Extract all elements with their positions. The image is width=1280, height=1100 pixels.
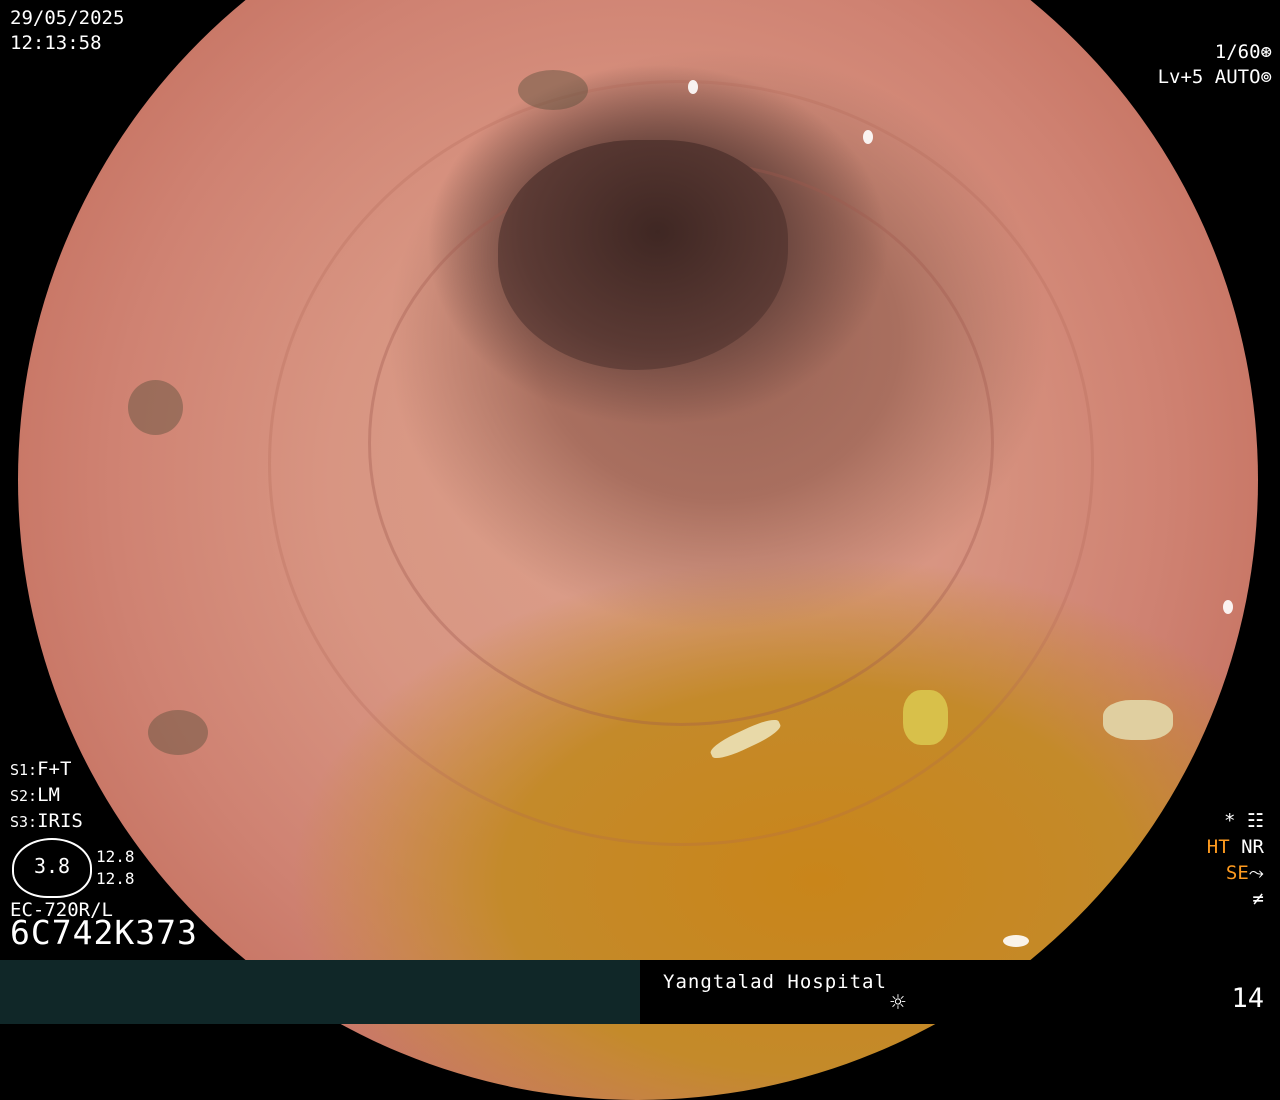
menu-icon: ☷ [1246, 810, 1264, 832]
structure-settings: S1:F+T S2:LM S3:IRIS [10, 757, 83, 835]
processing-status: * ☷ HT NR SE⤳ ≠ [1207, 808, 1264, 912]
exam-date: 29/05/2025 [10, 7, 125, 29]
setting-value: F+T [37, 758, 72, 780]
shutter-speed: 1/60 [1214, 41, 1261, 63]
dial-reading: 12.8 [96, 847, 135, 866]
sun-icon: ☼ [890, 988, 906, 1018]
setting-s3: S3:IRIS [10, 809, 83, 835]
setting-key: S3: [10, 813, 38, 831]
iris-mode: AUTO [1214, 66, 1261, 88]
status-row-4: ≠ [1207, 886, 1264, 912]
shutter-row: 1/60⊛ [1158, 40, 1272, 65]
status-row-2: HT NR [1207, 834, 1264, 860]
setting-key: S1: [10, 761, 38, 779]
nr-indicator: NR [1241, 836, 1264, 858]
footer-bar-left [0, 960, 640, 1024]
star-indicator: * [1224, 810, 1236, 832]
setting-key: S2: [10, 787, 38, 805]
scope-serial: 6C742K373 [10, 913, 198, 952]
brightness-level: Lv+5 [1157, 66, 1204, 88]
dial-readings: 12.8 12.8 [96, 846, 135, 890]
diverticulum-spot [518, 70, 588, 110]
light-reflection [1223, 600, 1233, 614]
datetime-block: 29/05/2025 12:13:58 [10, 6, 124, 56]
level-row: Lv+5 AUTO⊚ [1158, 65, 1272, 90]
exam-time: 12:13:58 [10, 32, 102, 54]
exposure-block: 1/60⊛ Lv+5 AUTO⊚ [1158, 40, 1272, 90]
hospital-name: Yangtalad Hospital [663, 971, 887, 993]
endoscopic-image [18, 0, 1258, 1100]
diverticulum-spot [128, 380, 183, 435]
se-indicator: SE [1225, 862, 1249, 884]
setting-value: IRIS [37, 810, 83, 832]
setting-s1: S1:F+T [10, 757, 83, 783]
light-reflection [1003, 935, 1029, 947]
status-row-3: SE⤳ [1207, 860, 1264, 886]
stool-debris [903, 690, 948, 745]
light-reflection [688, 80, 698, 94]
status-row-1: * ☷ [1207, 808, 1264, 834]
shutter-icon: ⊛ [1260, 41, 1272, 63]
light-reflection [863, 130, 873, 144]
diverticulum-spot [148, 710, 208, 755]
iris-icon: ⊚ [1260, 66, 1272, 88]
dial-value: 3.8 [33, 854, 71, 878]
gamma-curve-icon: ⤳ [1248, 862, 1264, 884]
ht-indicator: HT [1206, 836, 1230, 858]
not-equal-icon: ≠ [1252, 888, 1264, 910]
dial-reading: 12.8 [96, 869, 135, 888]
setting-value: LM [37, 784, 60, 806]
stool-debris [1103, 700, 1173, 740]
scope-dial-icon: 3.8 [12, 838, 92, 898]
image-number: 14 [1231, 983, 1264, 1014]
setting-s2: S2:LM [10, 783, 83, 809]
